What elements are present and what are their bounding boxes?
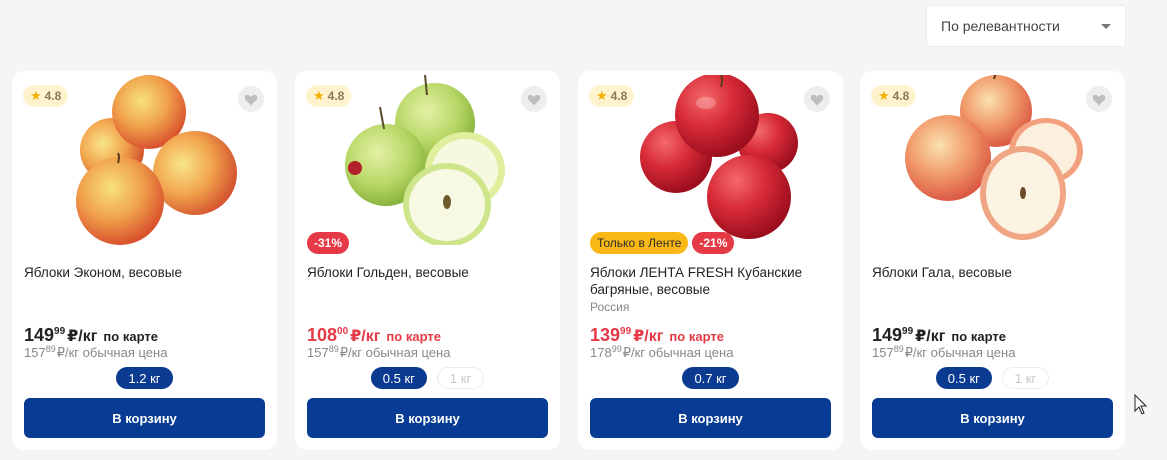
price-label: по карте <box>951 329 1006 344</box>
product-name[interactable]: Яблоки Гольден, весовые <box>307 264 547 281</box>
heart-icon <box>244 94 258 105</box>
discount-badge: -31% <box>307 232 350 254</box>
regular-price: 157 89 ₽/кг обычная цена <box>872 344 1016 361</box>
regular-cents: 89 <box>45 344 56 354</box>
price-cents: 99 <box>54 326 66 337</box>
mouse-cursor-icon <box>1134 393 1148 421</box>
heart-icon <box>1092 94 1106 105</box>
product-card[interactable]: ★ 4.8 Яблоки Эконом, весовые 149 99 ₽/кг по … <box>12 71 277 450</box>
price-label: по карте <box>386 329 441 344</box>
favorite-button[interactable] <box>238 86 264 112</box>
product-card[interactable]: ★ 4.8 Только в Ленте -21% Яблоки ЛЕНТА FR… <box>578 71 843 450</box>
weight-option[interactable]: 0.5 кг <box>370 367 427 389</box>
product-image[interactable] <box>618 73 803 245</box>
add-to-cart-button[interactable]: В корзину <box>590 398 831 438</box>
sort-label: По релевантности <box>941 18 1060 34</box>
price-label: по карте <box>669 329 724 344</box>
weight-option[interactable]: 0.5 кг <box>935 367 992 389</box>
star-icon: ★ <box>313 88 325 103</box>
card-price: 149 99 ₽/кг по карте <box>872 325 1006 346</box>
star-icon: ★ <box>878 88 890 103</box>
badge-row: Только в Ленте -21% <box>590 232 735 254</box>
product-image[interactable] <box>335 74 520 247</box>
weight-option[interactable]: 1 кг <box>1001 367 1050 389</box>
regular-price: 178 99 ₽/кг обычная цена <box>590 344 734 361</box>
exclusive-badge: Только в Ленте <box>590 232 689 254</box>
regular-text: ₽/кг обычная цена <box>56 345 168 360</box>
price-unit: ₽/кг <box>633 328 664 345</box>
regular-text: ₽/кг обычная цена <box>622 345 734 360</box>
regular-main: 157 <box>24 345 46 360</box>
product-card[interactable]: ★ 4.8 -31% Яблоки Гольден, весовые 108 00 ₽… <box>295 71 560 450</box>
regular-price: 157 89 ₽/кг обычная цена <box>24 344 168 361</box>
add-to-cart-button[interactable]: В корзину <box>872 398 1113 438</box>
product-card[interactable]: ★ 4.8 Яблоки Гала, весовые 149 99 ₽/кг по ка… <box>860 68 1125 450</box>
weight-options: 0.5 кг 1 кг <box>295 367 560 389</box>
add-to-cart-button[interactable]: В корзину <box>24 398 265 438</box>
price-main: 149 <box>872 325 903 345</box>
product-image[interactable] <box>52 75 237 245</box>
discount-badge: -21% <box>692 232 735 254</box>
price-unit: ₽/кг <box>67 328 98 345</box>
price-cents: 99 <box>620 326 632 337</box>
regular-cents: 89 <box>893 344 904 354</box>
product-name[interactable]: Яблоки ЛЕНТА FRESH Кубанские багряные, в… <box>590 264 830 298</box>
favorite-button[interactable] <box>521 86 547 112</box>
favorite-button[interactable] <box>804 86 830 112</box>
price-main: 139 <box>590 325 621 345</box>
card-price: 139 99 ₽/кг по карте <box>590 325 724 346</box>
product-name[interactable]: Яблоки Гала, весовые <box>872 264 1112 281</box>
card-price: 108 00 ₽/кг по карте <box>307 325 441 346</box>
heart-icon <box>810 94 824 105</box>
price-cents: 00 <box>337 326 349 337</box>
price-unit: ₽/кг <box>915 328 946 345</box>
regular-main: 157 <box>872 345 894 360</box>
product-name[interactable]: Яблоки Эконом, весовые <box>24 264 264 281</box>
price-cents: 99 <box>902 326 914 337</box>
price-main: 149 <box>24 325 55 345</box>
weight-option[interactable]: 0.7 кг <box>682 367 739 389</box>
regular-text: ₽/кг обычная цена <box>904 345 1016 360</box>
weight-option[interactable]: 1 кг <box>436 367 485 389</box>
regular-price: 157 89 ₽/кг обычная цена <box>307 344 451 361</box>
product-origin: Россия <box>590 300 630 314</box>
chevron-down-icon <box>1101 23 1111 29</box>
weight-options: 0.7 кг <box>578 367 843 389</box>
weight-options: 0.5 кг 1 кг <box>860 367 1125 389</box>
star-icon: ★ <box>30 88 42 103</box>
card-price: 149 99 ₽/кг по карте <box>24 325 158 346</box>
regular-cents: 89 <box>328 344 339 354</box>
product-image[interactable] <box>900 68 1085 245</box>
price-unit: ₽/кг <box>350 328 381 345</box>
regular-text: ₽/кг обычная цена <box>339 345 451 360</box>
favorite-button[interactable] <box>1086 86 1112 112</box>
badge-row: -31% <box>307 232 350 254</box>
price-main: 108 <box>307 325 338 345</box>
weight-options: 1.2 кг <box>12 367 277 389</box>
sort-select[interactable]: По релевантности <box>926 5 1126 47</box>
regular-main: 178 <box>590 345 612 360</box>
weight-option[interactable]: 1.2 кг <box>116 367 173 389</box>
star-icon: ★ <box>596 88 608 103</box>
regular-main: 157 <box>307 345 329 360</box>
price-label: по карте <box>103 329 158 344</box>
add-to-cart-button[interactable]: В корзину <box>307 398 548 438</box>
regular-cents: 99 <box>611 344 622 354</box>
heart-icon <box>527 94 541 105</box>
